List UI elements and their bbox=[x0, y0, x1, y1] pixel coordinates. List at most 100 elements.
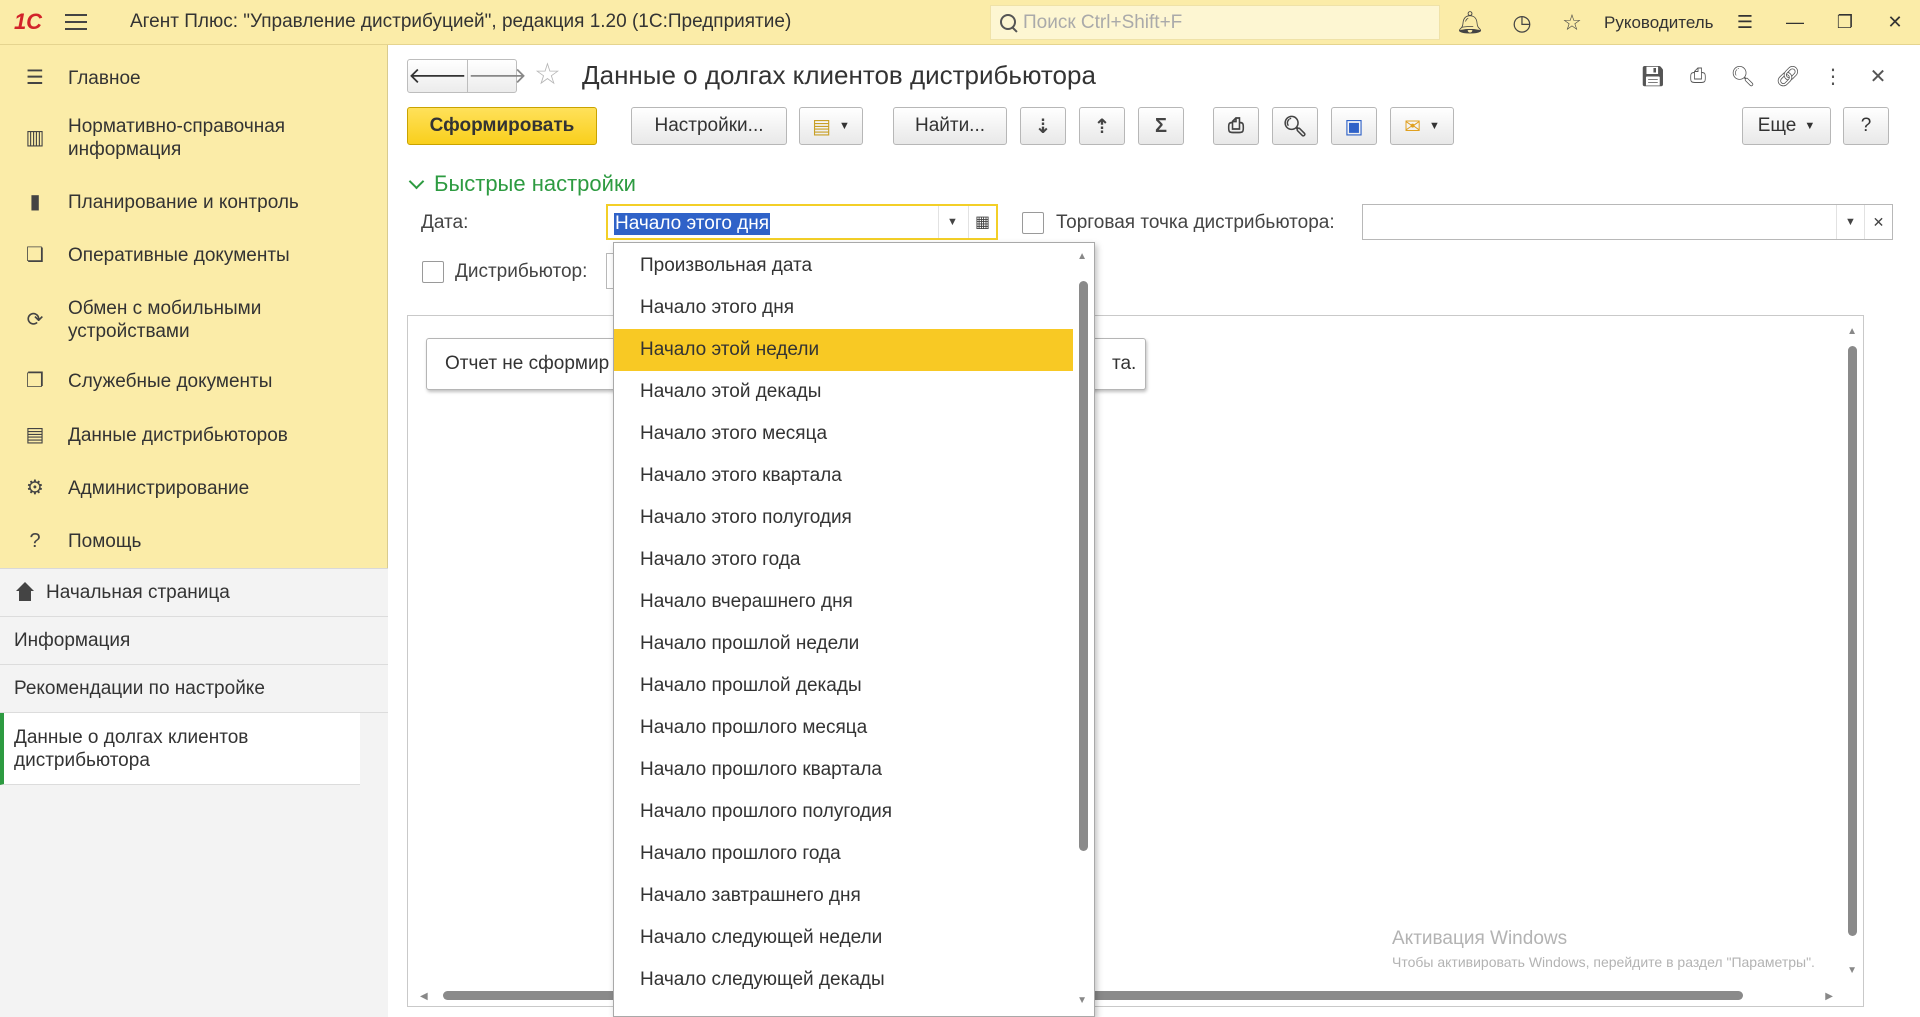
scroll-up-icon[interactable]: ▲ bbox=[1847, 326, 1857, 337]
forward-arrow-icon[interactable]: 🡒 bbox=[467, 60, 527, 92]
sync-icon: ⟳ bbox=[26, 308, 44, 331]
sort-desc-button[interactable]: ⇣ bbox=[1020, 107, 1066, 145]
dropdown-option[interactable]: Начало следующей декады bbox=[614, 959, 1073, 1001]
dropdown-option[interactable]: Начало этого месяца bbox=[614, 413, 1073, 455]
settings-button[interactable]: Настройки... bbox=[631, 107, 787, 145]
menu-lines-icon: ☰ bbox=[26, 66, 44, 89]
save-button[interactable]: ▣ bbox=[1331, 107, 1377, 145]
favorite-star-icon[interactable]: ☆ bbox=[534, 57, 561, 92]
preview-button[interactable]: 🔍︎ bbox=[1272, 107, 1318, 145]
dropdown-scroll-down-icon[interactable]: ▼ bbox=[1077, 995, 1087, 1006]
dropdown-scroll-up-icon[interactable]: ▲ bbox=[1077, 251, 1087, 262]
dropdown-option[interactable]: Начало этого квартала bbox=[614, 455, 1073, 497]
chevron-down-icon[interactable]: ▼ bbox=[1836, 205, 1864, 239]
current-user[interactable]: Руководитель bbox=[1604, 0, 1714, 45]
dropdown-option[interactable]: Начало этого дня bbox=[614, 287, 1073, 329]
link-label: Рекомендации по настройке bbox=[14, 678, 265, 699]
settings-lines-icon[interactable]: ☰ bbox=[1720, 0, 1770, 45]
distributor-data-icon: ▤ bbox=[25, 423, 45, 446]
find-button[interactable]: Найти... bbox=[893, 107, 1007, 145]
close-window-icon[interactable]: ✕ bbox=[1870, 0, 1920, 45]
close-form-icon[interactable]: ✕ bbox=[1861, 59, 1895, 93]
favorites-star-icon[interactable]: ☆ bbox=[1550, 0, 1594, 45]
date-field[interactable]: Начало этого дня ▼ ▦ bbox=[606, 204, 998, 240]
dropdown-option[interactable]: Начало следующей недели bbox=[614, 917, 1073, 959]
floppy-icon: ▣ bbox=[1344, 115, 1364, 138]
preview-icon[interactable]: 🔍︎ bbox=[1726, 59, 1760, 93]
quick-settings-toggle[interactable]: Быстрые настройки bbox=[407, 171, 636, 197]
dropdown-option-selected[interactable]: Начало этой недели bbox=[614, 329, 1073, 371]
clear-icon[interactable]: ✕ bbox=[1864, 205, 1892, 239]
restore-icon[interactable]: ❐ bbox=[1820, 0, 1870, 45]
calendar-icon[interactable]: ▦ bbox=[968, 206, 996, 238]
generate-button[interactable]: Сформировать bbox=[407, 107, 597, 145]
scroll-down-icon[interactable]: ▼ bbox=[1847, 965, 1857, 976]
open-windows-panel: Начальная страница Информация Рекомендац… bbox=[0, 568, 388, 1017]
link-debts-report[interactable]: Данные о долгах клиентов дистрибьютора bbox=[0, 713, 360, 785]
dropdown-option[interactable]: Начало этого года bbox=[614, 539, 1073, 581]
app-logo: 1С bbox=[13, 9, 43, 34]
dropdown-option[interactable]: Начало вчерашнего дня bbox=[614, 581, 1073, 623]
dropdown-option[interactable]: Начало завтрашнего дня bbox=[614, 875, 1073, 917]
section-service-docs[interactable]: ❐ Служебные документы bbox=[0, 364, 272, 398]
link-icon[interactable]: 🔗︎ bbox=[1771, 59, 1805, 93]
date-options-dropdown: Произвольная дата Начало этого дня Начал… bbox=[613, 242, 1095, 1017]
link-information[interactable]: Информация bbox=[0, 617, 388, 665]
date-value[interactable]: Начало этого дня bbox=[614, 213, 771, 235]
main-menu-button[interactable] bbox=[56, 0, 96, 45]
sum-button[interactable]: Σ bbox=[1138, 107, 1184, 145]
chevron-down-icon[interactable]: ▼ bbox=[938, 206, 966, 238]
sort-asc-button[interactable]: ⇡ bbox=[1079, 107, 1125, 145]
section-administration[interactable]: ⚙ Администрирование bbox=[0, 471, 249, 505]
link-home-page[interactable]: Начальная страница bbox=[0, 569, 388, 617]
sort-desc-icon: ⇣ bbox=[1034, 115, 1052, 138]
dropdown-option[interactable]: Начало прошлого месяца bbox=[614, 707, 1073, 749]
print-button[interactable]: ⎙ bbox=[1213, 107, 1259, 145]
dropdown-option[interactable]: Начало этого полугодия bbox=[614, 497, 1073, 539]
section-planning[interactable]: ▮ Планирование и контроль bbox=[0, 185, 298, 219]
section-distributor-data[interactable]: ▤ Данные дистрибьюторов bbox=[0, 418, 288, 452]
back-arrow-icon[interactable]: 🡐 bbox=[408, 60, 467, 92]
section-operative-docs[interactable]: ❏ Оперативные документы bbox=[0, 238, 290, 272]
help-button[interactable]: ? bbox=[1843, 107, 1889, 145]
more-vertical-icon[interactable]: ⋮ bbox=[1816, 59, 1850, 93]
dropdown-option[interactable]: Начало прошлого квартала bbox=[614, 749, 1073, 791]
global-search-input[interactable]: Поиск Ctrl+Shift+F bbox=[990, 5, 1440, 40]
scroll-left-icon[interactable]: ◀ bbox=[420, 991, 428, 1002]
section-label: Обмен с мобильными устройствами bbox=[68, 298, 262, 342]
section-label: Помощь bbox=[68, 530, 142, 552]
distributor-checkbox[interactable] bbox=[422, 261, 444, 283]
scroll-right-icon[interactable]: ▶ bbox=[1825, 991, 1833, 1002]
trade-point-field[interactable]: ▼ ✕ bbox=[1362, 204, 1893, 240]
magnifier-page-icon: 🔍︎ bbox=[1282, 115, 1308, 138]
vertical-scrollbar[interactable] bbox=[1848, 346, 1857, 936]
history-icon[interactable]: ◷ bbox=[1500, 0, 1544, 45]
trade-point-checkbox[interactable] bbox=[1022, 212, 1044, 234]
link-label: Данные о долгах клиентов дистрибьютора bbox=[14, 726, 249, 771]
section-mobile-exchange[interactable]: ⟳ Обмен с мобильными устройствами bbox=[0, 295, 340, 345]
sort-asc-icon: ⇡ bbox=[1093, 115, 1111, 138]
variants-button[interactable]: ▤ ▼ bbox=[799, 107, 863, 145]
bell-icon[interactable]: 🔔︎ bbox=[1448, 0, 1492, 45]
save-disk-icon[interactable]: 💾︎ bbox=[1636, 59, 1670, 93]
section-reference-info[interactable]: ▥ Нормативно-справочная информация bbox=[0, 113, 370, 163]
link-setup-recommendations[interactable]: Рекомендации по настройке bbox=[0, 665, 388, 713]
dropdown-option[interactable]: Начало прошлого полугодия bbox=[614, 791, 1073, 833]
dropdown-option[interactable]: Произвольная дата bbox=[614, 245, 1073, 287]
section-label: Данные дистрибьюторов bbox=[68, 424, 288, 446]
dropdown-option[interactable]: Начало прошлой декады bbox=[614, 665, 1073, 707]
search-placeholder: Поиск Ctrl+Shift+F bbox=[1023, 11, 1183, 33]
print-icon[interactable]: ⎙ bbox=[1681, 59, 1715, 93]
catalog-icon: ▥ bbox=[25, 126, 45, 149]
minimize-icon[interactable]: — bbox=[1770, 0, 1820, 45]
section-label: Нормативно-справочная информация bbox=[68, 116, 286, 160]
dropdown-scrollbar[interactable] bbox=[1079, 281, 1088, 851]
dropdown-option[interactable]: Начало этой декады bbox=[614, 371, 1073, 413]
more-button[interactable]: Еще ▼ bbox=[1742, 107, 1831, 145]
section-help[interactable]: ? Помощь bbox=[0, 524, 141, 558]
dropdown-option[interactable]: Начало прошлого года bbox=[614, 833, 1073, 875]
dropdown-option[interactable]: Начало прошлой недели bbox=[614, 623, 1073, 665]
send-email-button[interactable]: ✉ ▼ bbox=[1390, 107, 1454, 145]
navigation-buttons: 🡐 🡒 bbox=[407, 59, 527, 93]
section-main[interactable]: ☰ Главное bbox=[0, 61, 141, 95]
